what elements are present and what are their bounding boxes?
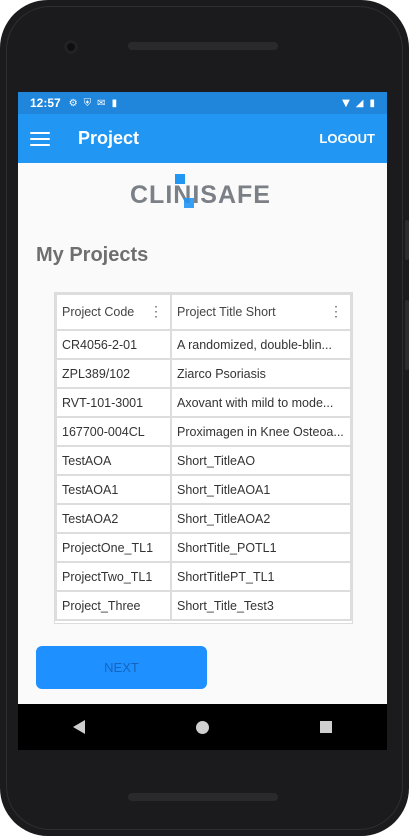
status-bar: 12:57 ⚙ ⛨ ✉ ▮ ▼ ◢ ▮ — [18, 92, 387, 114]
logo-text: CLINISAFE — [130, 181, 271, 209]
cell-project-title: ShortTitle_POTL1 — [170, 532, 352, 563]
next-button[interactable]: NEXT — [36, 646, 207, 689]
bottom-speaker — [128, 793, 278, 801]
recent-apps-icon[interactable] — [319, 721, 332, 733]
page-title: My Projects — [36, 244, 149, 266]
cell-project-title: ShortTitlePT_TL1 — [170, 561, 352, 592]
table-row[interactable]: TestAOA Short_TitleAO — [55, 445, 352, 476]
cell-project-code: RVT-101-3001 — [55, 387, 172, 418]
cell-project-code: ProjectOne_TL1 — [55, 532, 172, 563]
table-row[interactable]: RVT-101-3001 Axovant with mild to mode... — [55, 387, 352, 418]
shield-icon: ⛨ — [83, 97, 92, 109]
column-menu-icon[interactable]: ⋮ — [329, 303, 343, 320]
battery-icon: ▮ — [369, 97, 375, 109]
wifi-icon: ▼ — [342, 97, 350, 109]
cell-project-code: ZPL389/102 — [55, 358, 172, 389]
column-header-label: Project Code — [62, 305, 135, 319]
app-title: Project — [78, 128, 140, 148]
cell-project-title: Short_TitleAOA2 — [170, 503, 352, 534]
cell-project-title: Axovant with mild to mode... — [170, 387, 352, 418]
home-icon[interactable] — [195, 720, 209, 734]
table-row[interactable]: 167700-004CL Proximagen in Knee Osteoa... — [55, 416, 352, 447]
table-row[interactable]: ProjectTwo_TL1 ShortTitlePT_TL1 — [55, 561, 352, 592]
clinisafe-logo: CLINISAFE — [130, 174, 271, 210]
hamburger-menu-icon[interactable] — [30, 131, 50, 146]
cell-project-code: TestAOA1 — [55, 474, 172, 505]
front-camera — [64, 40, 78, 54]
signal-icon: ◢ — [355, 97, 364, 109]
cell-project-code: 167700-004CL — [55, 416, 172, 447]
logo-square-icon — [175, 174, 185, 184]
app-bar: Project LOGOUT — [18, 114, 387, 163]
table-row[interactable]: ProjectOne_TL1 ShortTitle_POTL1 — [55, 532, 352, 563]
logo-square-icon — [184, 198, 194, 208]
cell-project-title: Proximagen in Knee Osteoa... — [170, 416, 352, 447]
android-nav-bar — [18, 704, 387, 750]
logout-button[interactable]: LOGOUT — [319, 131, 375, 146]
earpiece-speaker — [128, 42, 278, 50]
cell-project-code: CR4056-2-01 — [55, 329, 172, 360]
cell-project-title: Short_TitleAOA1 — [170, 474, 352, 505]
main-content: CLINISAFE My Projects Project Code ⋮ Proj… — [18, 163, 387, 704]
table-row[interactable]: TestAOA1 Short_TitleAOA1 — [55, 474, 352, 505]
table-header-row: Project Code ⋮ Project Title Short ⋮ — [55, 293, 352, 331]
cell-project-code: Project_Three — [55, 590, 172, 621]
app-screen: 12:57 ⚙ ⛨ ✉ ▮ ▼ ◢ ▮ Project LOGOUT CLINI… — [18, 92, 387, 704]
mail-icon: ✉ — [97, 97, 106, 109]
column-header-project-code[interactable]: Project Code ⋮ — [55, 293, 172, 331]
power-button — [405, 300, 409, 370]
sd-card-icon: ▮ — [111, 97, 118, 109]
cell-project-title: Ziarco Psoriasis — [170, 358, 352, 389]
table-row[interactable]: ZPL389/102 Ziarco Psoriasis — [55, 358, 352, 389]
column-menu-icon[interactable]: ⋮ — [149, 303, 163, 320]
cell-project-code: ProjectTwo_TL1 — [55, 561, 172, 592]
cell-project-title: Short_Title_Test3 — [170, 590, 352, 621]
table-row[interactable]: Project_Three Short_Title_Test3 — [55, 590, 352, 621]
projects-table[interactable]: Project Code ⋮ Project Title Short ⋮ CR405… — [54, 292, 353, 624]
table-row[interactable]: TestAOA2 Short_TitleAOA2 — [55, 503, 352, 534]
phone-device: 12:57 ⚙ ⛨ ✉ ▮ ▼ ◢ ▮ Project LOGOUT CLINI… — [0, 0, 409, 836]
cell-project-title: Short_TitleAO — [170, 445, 352, 476]
column-header-label: Project Title Short — [177, 305, 276, 319]
cell-project-code: TestAOA2 — [55, 503, 172, 534]
back-icon[interactable] — [73, 720, 86, 734]
column-header-project-title[interactable]: Project Title Short ⋮ — [170, 293, 352, 331]
cell-project-title: A randomized, double-blin... — [170, 329, 352, 360]
table-row[interactable]: CR4056-2-01 A randomized, double-blin... — [55, 329, 352, 360]
status-time: 12:57 — [30, 96, 61, 110]
settings-icon: ⚙ — [68, 97, 78, 109]
cell-project-code: TestAOA — [55, 445, 172, 476]
volume-button — [405, 220, 409, 260]
